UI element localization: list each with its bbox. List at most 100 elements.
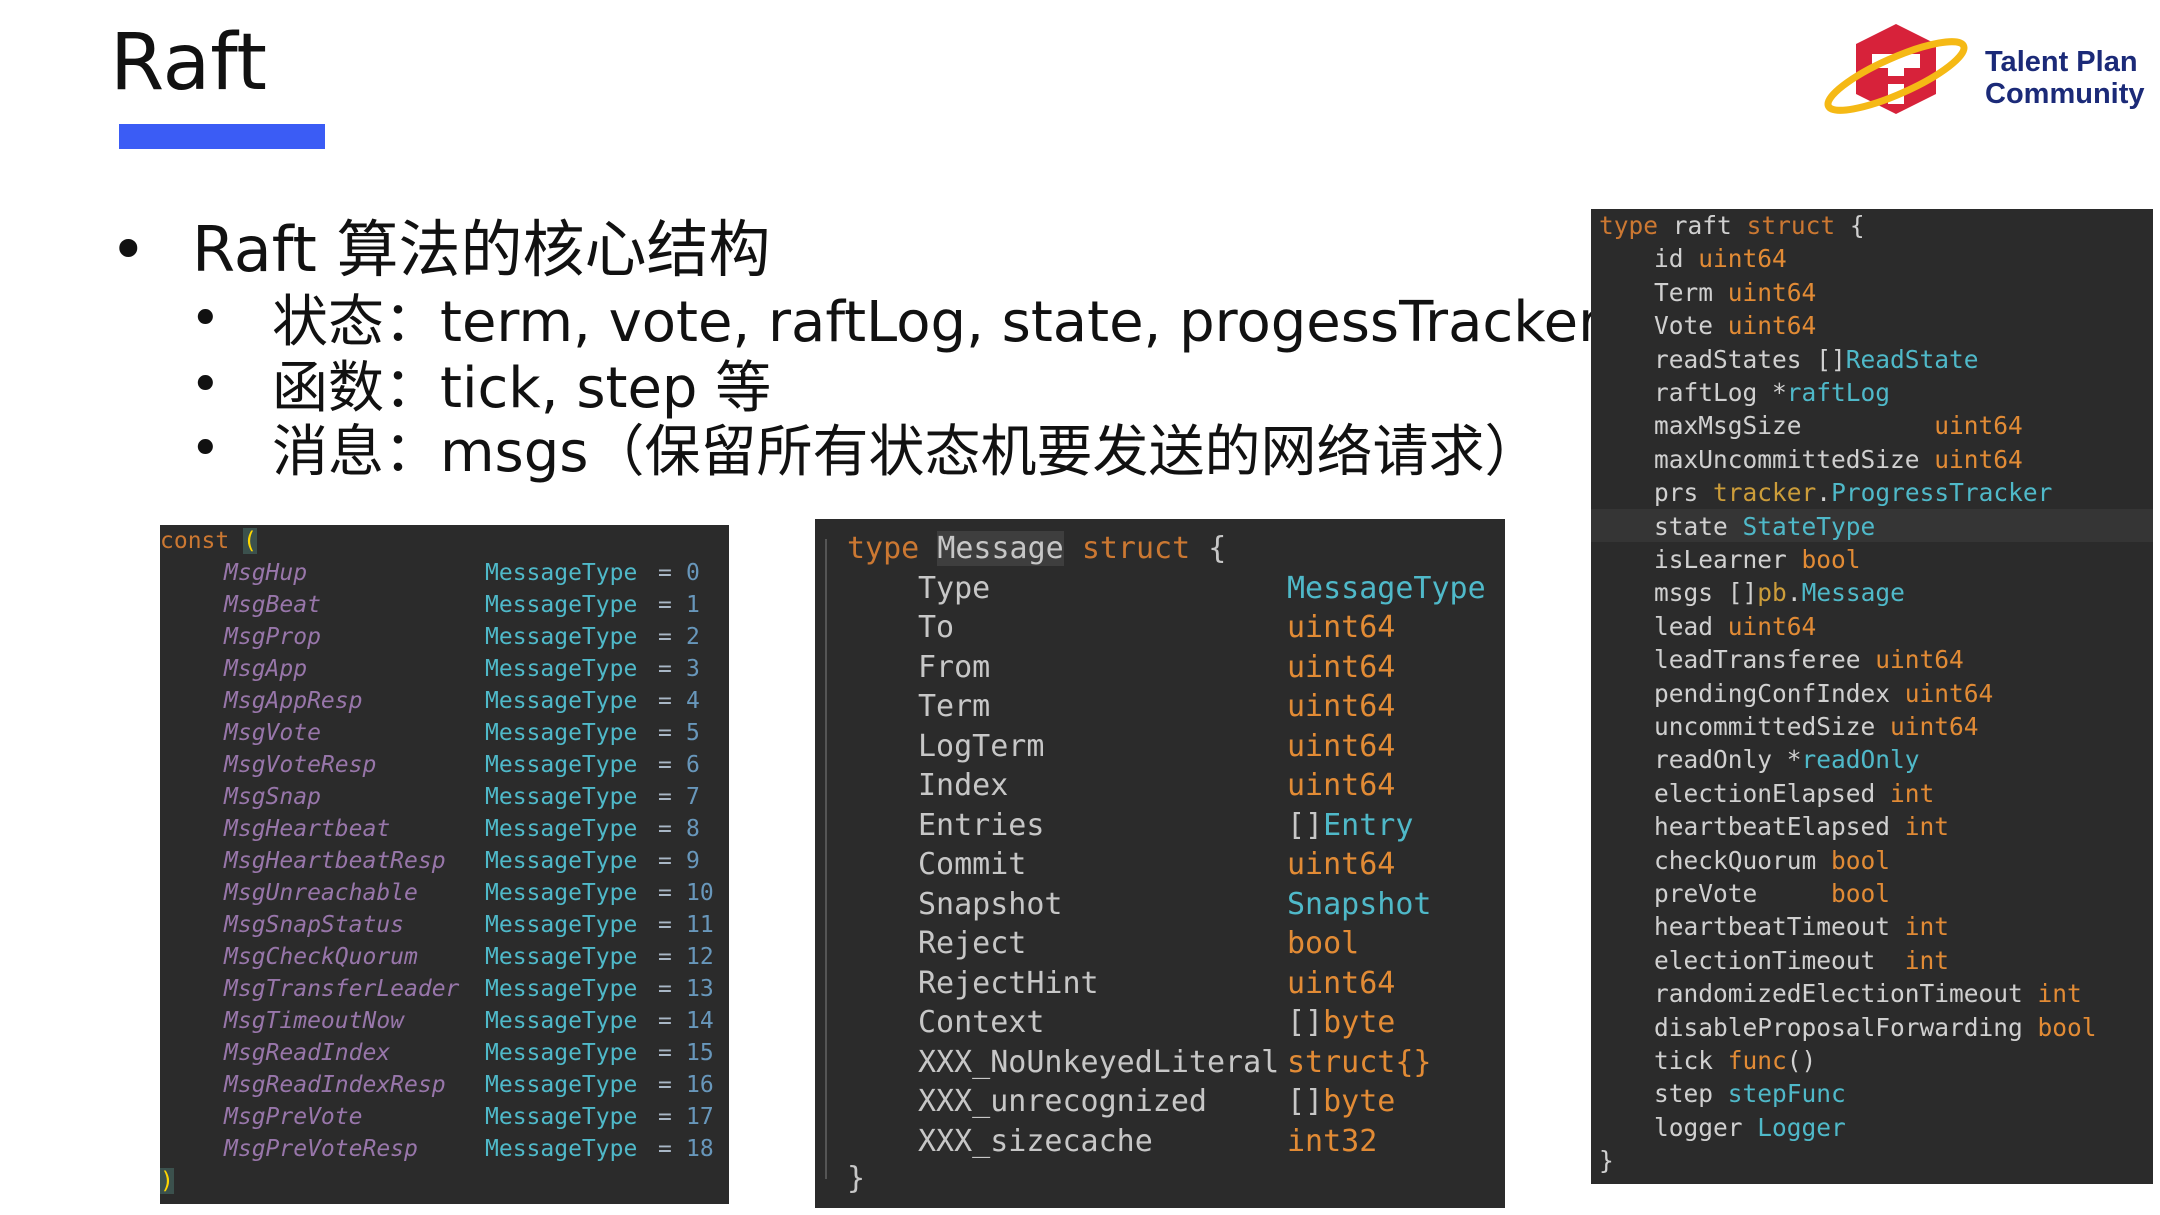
field-type-name: bool bbox=[2037, 1012, 2097, 1042]
field-name: raftLog bbox=[1654, 378, 1758, 407]
equals-sign: = bbox=[658, 656, 672, 682]
code-panel-raft-struct: type raft struct { id uint64 Term uint64 V… bbox=[1591, 209, 2153, 1184]
field-separator bbox=[1890, 679, 1905, 708]
field-type-name: Snapshot bbox=[1287, 886, 1432, 922]
field-separator bbox=[1861, 645, 1876, 674]
field-type-prefix: [] bbox=[1287, 1005, 1324, 1040]
field-type-name: int bbox=[1890, 778, 1935, 808]
const-name: MsgHeartbeat bbox=[224, 816, 391, 842]
field-type-name: int bbox=[1904, 812, 1950, 842]
const-open-line: const ( bbox=[160, 525, 257, 557]
const-close-line: ) bbox=[160, 1165, 174, 1197]
raft-field-line: disableProposalForwarding bool bbox=[1654, 1011, 2097, 1044]
field-type-name: byte bbox=[1323, 1084, 1396, 1119]
raft-field-line: Term uint64 bbox=[1654, 276, 1816, 309]
const-value: 13 bbox=[686, 976, 714, 1002]
const-entry-line: MsgAppResp MessageType = 4 bbox=[224, 685, 700, 717]
const-entry-line: MsgCheckQuorum MessageType = 12 bbox=[224, 941, 714, 973]
field-name: XXX_NoUnkeyedLiteral bbox=[918, 1044, 1280, 1080]
raft-close-line: } bbox=[1599, 1144, 1614, 1177]
struct-name: raft bbox=[1672, 211, 1732, 240]
raft-field-line: raftLog *raftLog bbox=[1654, 376, 1890, 409]
field-separator bbox=[1713, 612, 1728, 641]
field-name: RejectHint bbox=[918, 965, 1099, 1001]
const-name: MsgVote bbox=[224, 720, 321, 746]
field-name: To bbox=[918, 610, 955, 645]
const-value: 0 bbox=[686, 560, 700, 586]
open-brace: { bbox=[1208, 531, 1227, 566]
field-type-name: uint64 bbox=[1934, 411, 2023, 441]
raft-field-line: msgs []pb.Message bbox=[1654, 576, 1905, 609]
const-type: MessageType bbox=[485, 1072, 638, 1098]
field-type-name: uint64 bbox=[1934, 444, 2023, 474]
const-type: MessageType bbox=[485, 1040, 638, 1066]
const-value: 14 bbox=[686, 1008, 714, 1034]
field-type: Snapshot bbox=[1287, 885, 1432, 925]
const-name: MsgReadIndexResp bbox=[224, 1072, 446, 1098]
field-separator bbox=[1713, 311, 1728, 340]
field-separator bbox=[1713, 578, 1728, 607]
const-value: 10 bbox=[686, 880, 714, 906]
const-value: 4 bbox=[686, 688, 700, 714]
raft-field-line: pendingConfIndex uint64 bbox=[1654, 677, 1993, 710]
field-type-name: uint64 bbox=[1287, 728, 1396, 764]
raft-field-line: heartbeatElapsed int bbox=[1654, 810, 1949, 843]
open-brace: { bbox=[1849, 211, 1865, 240]
struct-close-line: } bbox=[847, 1159, 865, 1199]
field-name: electionTimeout bbox=[1654, 945, 1876, 975]
field-separator bbox=[1713, 278, 1728, 307]
equals-sign: = bbox=[658, 944, 672, 970]
field-type-name: ProgressTracker bbox=[1831, 478, 2053, 508]
field-type-name: Message bbox=[1801, 578, 1905, 608]
const-name: MsgHeartbeatResp bbox=[224, 848, 446, 874]
field-type-name: uint64 bbox=[1727, 311, 1817, 341]
const-name: MsgHup bbox=[224, 560, 308, 586]
field-name: Term bbox=[918, 689, 991, 724]
const-type: MessageType bbox=[485, 720, 638, 746]
const-entry-line: MsgHeartbeatResp MessageType = 9 bbox=[224, 845, 700, 877]
const-name: MsgBeat bbox=[224, 592, 321, 618]
const-name: MsgPreVote bbox=[224, 1104, 363, 1130]
field-separator bbox=[1816, 846, 1831, 875]
field-name: Reject bbox=[918, 926, 1027, 961]
raft-field-line: lead uint64 bbox=[1654, 610, 1816, 643]
equals-sign: = bbox=[658, 688, 672, 714]
equals-sign: = bbox=[658, 1072, 672, 1098]
package-dot: . bbox=[1816, 478, 1832, 508]
struct-name: Message bbox=[937, 531, 1064, 566]
field-type: uint64 bbox=[1287, 727, 1395, 767]
bullet-sub-text: 函数：tick, step 等 bbox=[272, 356, 772, 421]
equals-sign: = bbox=[658, 592, 672, 618]
const-name: MsgAppResp bbox=[224, 688, 363, 714]
const-name: MsgProp bbox=[224, 624, 321, 650]
struct-header-line: type Message struct { bbox=[847, 529, 1226, 569]
const-type: MessageType bbox=[485, 1136, 638, 1162]
field-type: []Entry bbox=[1287, 806, 1413, 846]
field-separator bbox=[1743, 1113, 1758, 1142]
raft-field-line: readOnly *readOnly bbox=[1654, 743, 1920, 776]
field-name: XXX_unrecognized bbox=[918, 1084, 1207, 1119]
field-name: XXX_sizecache bbox=[918, 1123, 1153, 1159]
field-separator bbox=[1713, 1079, 1728, 1108]
field-type-name: bool bbox=[1287, 926, 1360, 961]
field-type-name: raftLog bbox=[1786, 378, 1891, 407]
const-value: 8 bbox=[686, 816, 700, 842]
raft-field-line: maxUncommittedSize uint64 bbox=[1654, 443, 2023, 476]
field-type: uint64 bbox=[1287, 964, 1395, 1004]
const-value: 9 bbox=[686, 848, 700, 874]
const-entry-line: MsgReadIndexResp MessageType = 16 bbox=[224, 1069, 714, 1101]
field-name: electionElapsed bbox=[1654, 778, 1876, 808]
field-name: heartbeatTimeout bbox=[1654, 912, 1891, 942]
const-entry-line: MsgTimeoutNow MessageType = 14 bbox=[224, 1005, 714, 1037]
raft-field-line: uncommittedSize uint64 bbox=[1654, 710, 1979, 743]
field-type-suffix: () bbox=[1786, 1046, 1817, 1075]
equals-sign: = bbox=[658, 624, 672, 650]
const-name: MsgCheckQuorum bbox=[224, 944, 418, 970]
field-separator bbox=[1772, 745, 1787, 774]
message-field-line: Type MessageType bbox=[918, 569, 1486, 609]
const-type: MessageType bbox=[485, 784, 638, 810]
field-type-name: stepFunc bbox=[1727, 1079, 1846, 1109]
field-type-name: uint64 bbox=[1287, 847, 1396, 882]
field-separator bbox=[1890, 812, 1905, 841]
const-entry-line: MsgProp MessageType = 2 bbox=[224, 621, 700, 653]
